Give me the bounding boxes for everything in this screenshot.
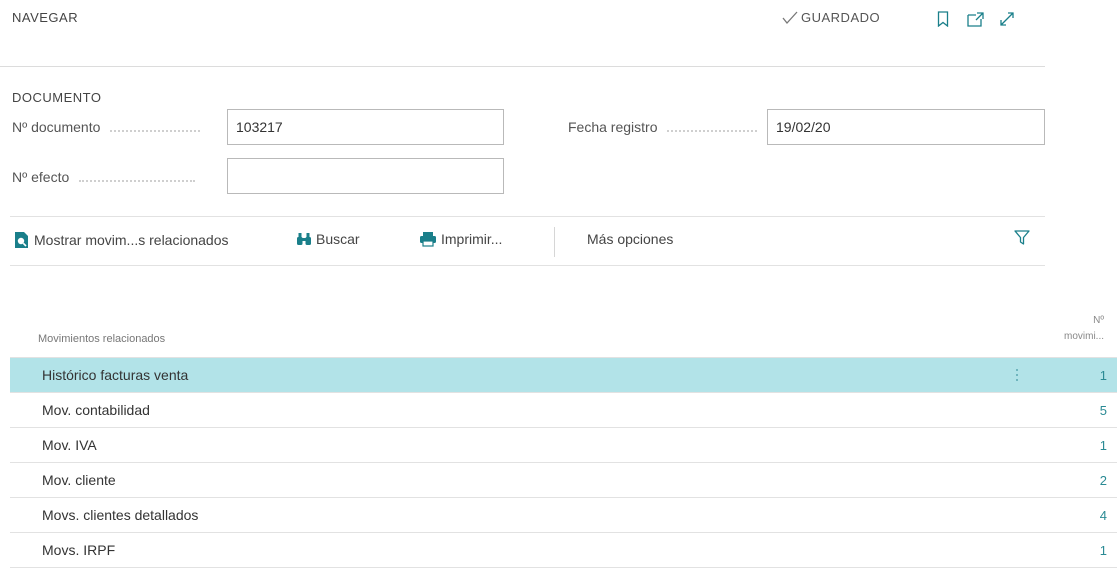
row-count[interactable]: 1 [1100,368,1107,383]
effect-number-field[interactable] [227,158,504,194]
doc-number-label: Nº documento [12,119,201,135]
count-header-line2: movimi... [1064,331,1104,342]
show-related-button[interactable]: Mostrar movim...s relacionados [14,231,229,249]
binoculars-icon [297,233,311,245]
table-row[interactable]: Mov. contabilidad 5 [10,393,1117,428]
action-separator [554,227,555,257]
row-label[interactable]: Mov. contabilidad [42,402,150,418]
saved-status: GUARDADO [782,10,880,25]
document-search-icon [15,232,28,248]
posting-date-field[interactable]: 19/02/20 [767,109,1045,145]
effect-number-label: Nº efecto [12,169,196,185]
saved-label: GUARDADO [801,10,881,25]
row-count[interactable]: 1 [1100,438,1107,453]
search-label: Buscar [316,231,360,247]
row-count[interactable]: 5 [1100,403,1107,418]
list-column-header[interactable]: Movimientos relacionados [38,333,165,345]
table-row[interactable]: Mov. cliente 2 [10,463,1117,498]
print-button[interactable]: Imprimir... [419,231,502,247]
row-count[interactable]: 1 [1100,543,1107,558]
print-label: Imprimir... [441,231,503,247]
row-label[interactable]: Histórico facturas venta [42,367,188,383]
count-column-header[interactable]: Nº movimi... [1064,313,1104,345]
count-header-line1: Nº [1093,315,1104,326]
row-more-icon[interactable] [1010,364,1024,386]
search-button[interactable]: Buscar [296,231,360,247]
action-bar: Mostrar movim...s relacionados Buscar Im… [10,216,1045,266]
row-label[interactable]: Mov. cliente [42,472,116,488]
row-label[interactable]: Movs. clientes detallados [42,507,198,523]
doc-number-field[interactable]: 103217 [227,109,504,145]
open-new-window-icon[interactable] [966,10,984,28]
table-row[interactable]: Mov. IVA 1 [10,428,1117,463]
document-section-title: DOCUMENTO [12,90,102,105]
navigate-title[interactable]: NAVEGAR [12,10,78,25]
row-label[interactable]: Movs. IRPF [42,542,115,558]
row-count[interactable]: 2 [1100,473,1107,488]
expand-icon[interactable] [998,10,1016,28]
more-options-label: Más opciones [587,231,674,247]
posting-date-label: Fecha registro [568,119,758,135]
filter-icon [1014,230,1030,245]
page-header: NAVEGAR GUARDADO [0,0,1045,67]
row-label[interactable]: Mov. IVA [42,437,97,453]
filter-button[interactable] [1014,230,1030,245]
table-row[interactable]: Movs. clientes detallados 4 [10,498,1117,533]
more-options-button[interactable]: Más opciones [587,231,673,247]
table-row[interactable]: Histórico facturas venta 1 [10,358,1117,393]
printer-icon [420,232,436,247]
row-count[interactable]: 4 [1100,508,1107,523]
show-related-label: Mostrar movim...s relacionados [34,232,229,248]
bookmark-icon[interactable] [934,10,952,28]
table-row[interactable]: Movs. IRPF 1 [10,533,1117,568]
checkmark-icon [782,11,798,24]
